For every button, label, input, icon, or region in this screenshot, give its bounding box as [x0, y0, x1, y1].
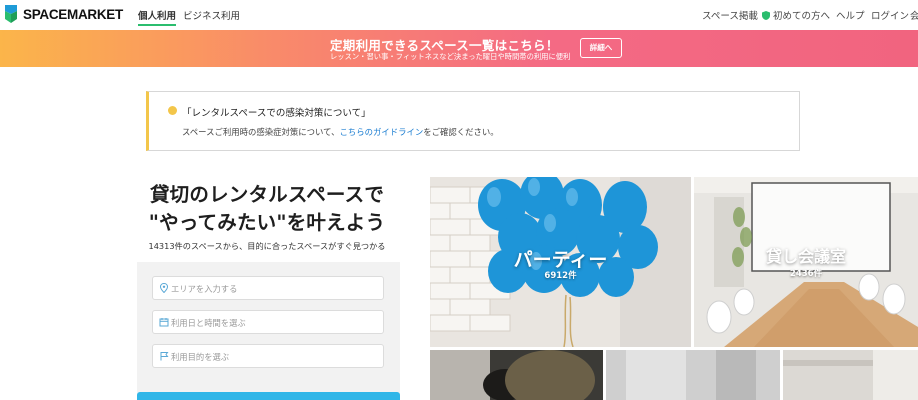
- meeting-room-label: 貸し会議室: [765, 247, 846, 266]
- logo-mark-icon: [5, 5, 17, 23]
- tab-business-use[interactable]: ビジネス利用: [183, 8, 240, 22]
- login-link[interactable]: ログイン: [871, 8, 909, 22]
- guideline-link[interactable]: こちらのガイドライン: [339, 127, 423, 137]
- shield-icon: [762, 11, 770, 20]
- hero-subtext: 14313件のスペースから、目的に合ったスペースがすぐ見つかる: [148, 241, 386, 251]
- logo[interactable]: SPACEMARKET: [3, 4, 123, 24]
- list-space-link[interactable]: スペース掲載: [702, 8, 758, 22]
- promo-details-button[interactable]: 詳細へ: [580, 38, 622, 58]
- notice-body: スペースご利用時の感染症対策について、こちらのガイドラインをご確認ください。: [182, 126, 499, 138]
- studio-photo: [606, 350, 780, 400]
- first-time-link[interactable]: 初めての方へ: [762, 8, 830, 22]
- notice-title: 「レンタルスペースでの感染対策について」: [182, 108, 371, 119]
- notice-body-text-end: をご確認ください。: [423, 127, 499, 137]
- category-tile-other[interactable]: [783, 350, 918, 400]
- hero-headline-line2: "やってみたい"を叶えよう: [148, 211, 386, 234]
- area-input[interactable]: エリアを入力する: [152, 276, 384, 300]
- tab-personal-use[interactable]: 個人利用: [138, 8, 177, 26]
- logo-text: SPACEMARKET: [23, 6, 123, 22]
- date-time-input[interactable]: 利用日と時間を選ぶ: [152, 310, 384, 334]
- category-tile-party[interactable]: パーティー 6912件: [430, 177, 691, 347]
- photo-shoot-photo: [430, 350, 603, 400]
- purpose-input[interactable]: 利用目的を選ぶ: [152, 344, 384, 368]
- help-link[interactable]: ヘルプ: [836, 8, 865, 22]
- category-tile-meeting-room[interactable]: 貸し会議室 2436件: [694, 177, 918, 347]
- calendar-icon: [159, 318, 169, 327]
- search-button[interactable]: [137, 392, 400, 400]
- other-photo: [783, 350, 918, 400]
- meeting-room-count: 2436件: [789, 269, 823, 279]
- location-pin-icon: [159, 283, 169, 293]
- category-tile-studio[interactable]: [606, 350, 780, 400]
- category-tile-photo-shoot[interactable]: [430, 350, 603, 400]
- notice-dot-icon: [168, 106, 177, 115]
- party-label: パーティー: [513, 249, 608, 271]
- search-panel: エリアを入力する 利用日と時間を選ぶ 利用目的を選ぶ: [137, 262, 400, 400]
- flag-icon: [160, 352, 169, 361]
- party-count: 6912件: [544, 271, 577, 281]
- infection-notice: 「レンタルスペースでの感染対策について」 スペースご利用時の感染症対策について、…: [146, 91, 800, 151]
- notice-body-text: スペースご利用時の感染症対策について、: [182, 127, 340, 137]
- area-placeholder: エリアを入力する: [171, 284, 238, 294]
- promo-subtitle: レッスン・習い事・フィットネスなど決まった曜日や時間帯の利用に便利: [330, 52, 571, 61]
- hero-headline-line1: 貸切のレンタルスペースで: [149, 183, 385, 206]
- signup-link[interactable]: 会員: [910, 8, 918, 22]
- promo-banner[interactable]: 定期利用できるスペース一覧はこちら！ レッスン・習い事・フィットネスなど決まった…: [0, 30, 918, 67]
- first-time-label: 初めての方へ: [773, 11, 831, 22]
- purpose-placeholder: 利用目的を選ぶ: [171, 352, 230, 362]
- date-time-placeholder: 利用日と時間を選ぶ: [171, 318, 246, 328]
- site-header: SPACEMARKET 個人利用 ビジネス利用 スペース掲載 初めての方へ ヘル…: [0, 0, 918, 30]
